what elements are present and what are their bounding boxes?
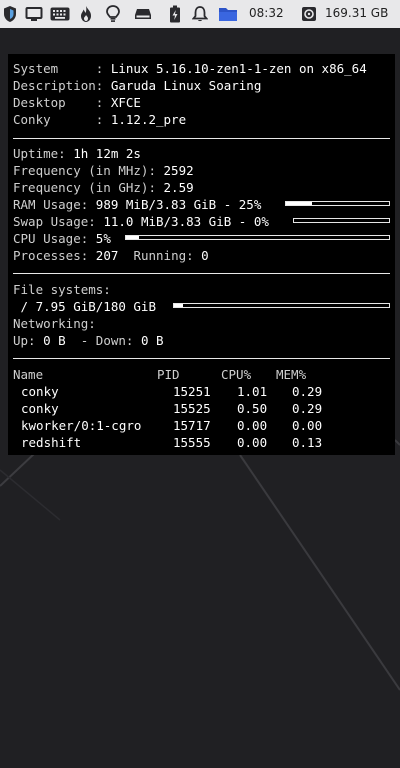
folder-icon[interactable] [217, 4, 239, 24]
running-label: Running: [133, 248, 202, 263]
freq-mhz-label: Frequency (in MHz): [13, 163, 164, 178]
running-value: 0 [201, 248, 209, 263]
process-cpu: 0.00 [237, 418, 268, 433]
ram-usage-fill [286, 202, 312, 205]
swap-usage-bar [293, 218, 390, 223]
divider [13, 138, 390, 139]
shield-icon[interactable] [0, 4, 20, 24]
desktop-label: Desktop : [13, 95, 111, 110]
ram-usage-bar [285, 201, 390, 206]
filesystem-usage: 7.95 GiB/180 GiB [35, 299, 156, 314]
drive-icon[interactable] [133, 4, 153, 24]
ram-row: RAM Usage: 989 MiB/3.83 GiB - 25% [13, 196, 261, 213]
freq-ghz-row: Frequency (in GHz): 2.59 [13, 179, 194, 196]
process-pid: 15251 [173, 384, 211, 399]
uptime-label: Uptime: [13, 146, 74, 161]
filesystem-root-row: / 7.95 GiB/180 GiB [13, 298, 156, 315]
swap-label: Swap Usage: [13, 214, 104, 229]
conky-version-label: Conky : [13, 112, 111, 127]
network-traffic-row: Up: 0 B - Down: 0 B [13, 332, 164, 349]
freq-mhz-row: Frequency (in MHz): 2592 [13, 162, 194, 179]
filesystems-label: File systems: [13, 282, 111, 297]
process-cpu: 0.50 [237, 401, 268, 416]
description-row: Description: Garuda Linux Soaring [13, 77, 261, 94]
desktop-value: XFCE [110, 95, 141, 110]
filesystem-usage-fill [174, 304, 184, 307]
ram-label: RAM Usage: [13, 197, 96, 212]
column-header-pid: PID [157, 367, 180, 382]
process-pid: 15717 [173, 418, 211, 433]
process-cpu: 0.00 [237, 435, 268, 450]
disk-icon[interactable] [299, 4, 319, 24]
freq-mhz-value: 2592 [163, 163, 194, 178]
divider [13, 358, 390, 359]
cpu-row: CPU Usage: 5% [13, 230, 111, 247]
process-name: conky [21, 401, 59, 416]
divider [13, 273, 390, 274]
uptime-row: Uptime: 1h 12m 2s [13, 145, 141, 162]
panel-clock[interactable]: 08:32 [249, 6, 284, 20]
cpu-value: 5% [95, 231, 111, 246]
column-header-mem: MEM% [276, 367, 307, 382]
ram-value: 989 MiB/3.83 GiB - 25% [95, 197, 262, 212]
up-label: Up: [13, 333, 44, 348]
processes-row: Processes: 207 Running: 0 [13, 247, 209, 264]
description-label: Description: [13, 78, 111, 93]
lightbulb-icon[interactable] [103, 4, 123, 24]
process-name: conky [21, 384, 59, 399]
process-mem: 0.29 [292, 384, 323, 399]
down-label: - Down: [65, 333, 141, 348]
column-header-name: Name [13, 367, 44, 382]
down-value: 0 B [140, 333, 164, 348]
display-icon[interactable] [24, 4, 44, 24]
uptime-value: 1h 12m 2s [73, 146, 141, 161]
swap-value: 11.0 MiB/3.83 GiB - 0% [103, 214, 269, 229]
system-value: Linux 5.16.10-zen1-1-zen on x86_64 [110, 61, 367, 76]
keyboard-icon[interactable] [49, 4, 71, 24]
networking-label: Networking: [13, 316, 96, 331]
desktop-row: Desktop : XFCE [13, 94, 141, 111]
top-panel: 08:32 169.31 GB [0, 0, 400, 28]
flame-icon[interactable] [76, 4, 96, 24]
networking-heading: Networking: [13, 315, 96, 332]
column-header-cpu: CPU% [221, 367, 252, 382]
freq-ghz-value: 2.59 [163, 180, 194, 195]
battery-icon[interactable] [165, 4, 185, 24]
process-mem: 0.00 [292, 418, 323, 433]
filesystem-usage-bar [173, 303, 390, 308]
bell-icon[interactable] [190, 4, 210, 24]
process-pid: 15525 [173, 401, 211, 416]
freq-ghz-label: Frequency (in GHz): [13, 180, 164, 195]
process-mem: 0.29 [292, 401, 323, 416]
panel-disk-free[interactable]: 169.31 GB [325, 6, 388, 20]
filesystem-mount: / [13, 299, 36, 314]
process-mem: 0.13 [292, 435, 323, 450]
process-name: redshift [21, 435, 82, 450]
up-value: 0 B [43, 333, 66, 348]
cpu-label: CPU Usage: [13, 231, 96, 246]
processes-value: 207 [95, 248, 119, 263]
system-label: System : [13, 61, 111, 76]
conky-version-value: 1.12.2_pre [110, 112, 187, 127]
cpu-usage-fill [126, 236, 140, 239]
conky-version-row: Conky : 1.12.2_pre [13, 111, 186, 128]
process-name: kworker/0:1-cgro [21, 418, 142, 433]
filesystems-heading: File systems: [13, 281, 111, 298]
swap-row: Swap Usage: 11.0 MiB/3.83 GiB - 0% [13, 213, 269, 230]
system-info-row: System : Linux 5.16.10-zen1-1-zen on x86… [13, 60, 367, 77]
description-value: Garuda Linux Soaring [110, 78, 262, 93]
cpu-usage-bar [125, 235, 390, 240]
process-cpu: 1.01 [237, 384, 268, 399]
conky-window: System : Linux 5.16.10-zen1-1-zen on x86… [8, 54, 395, 455]
process-pid: 15555 [173, 435, 211, 450]
processes-label: Processes: [13, 248, 96, 263]
